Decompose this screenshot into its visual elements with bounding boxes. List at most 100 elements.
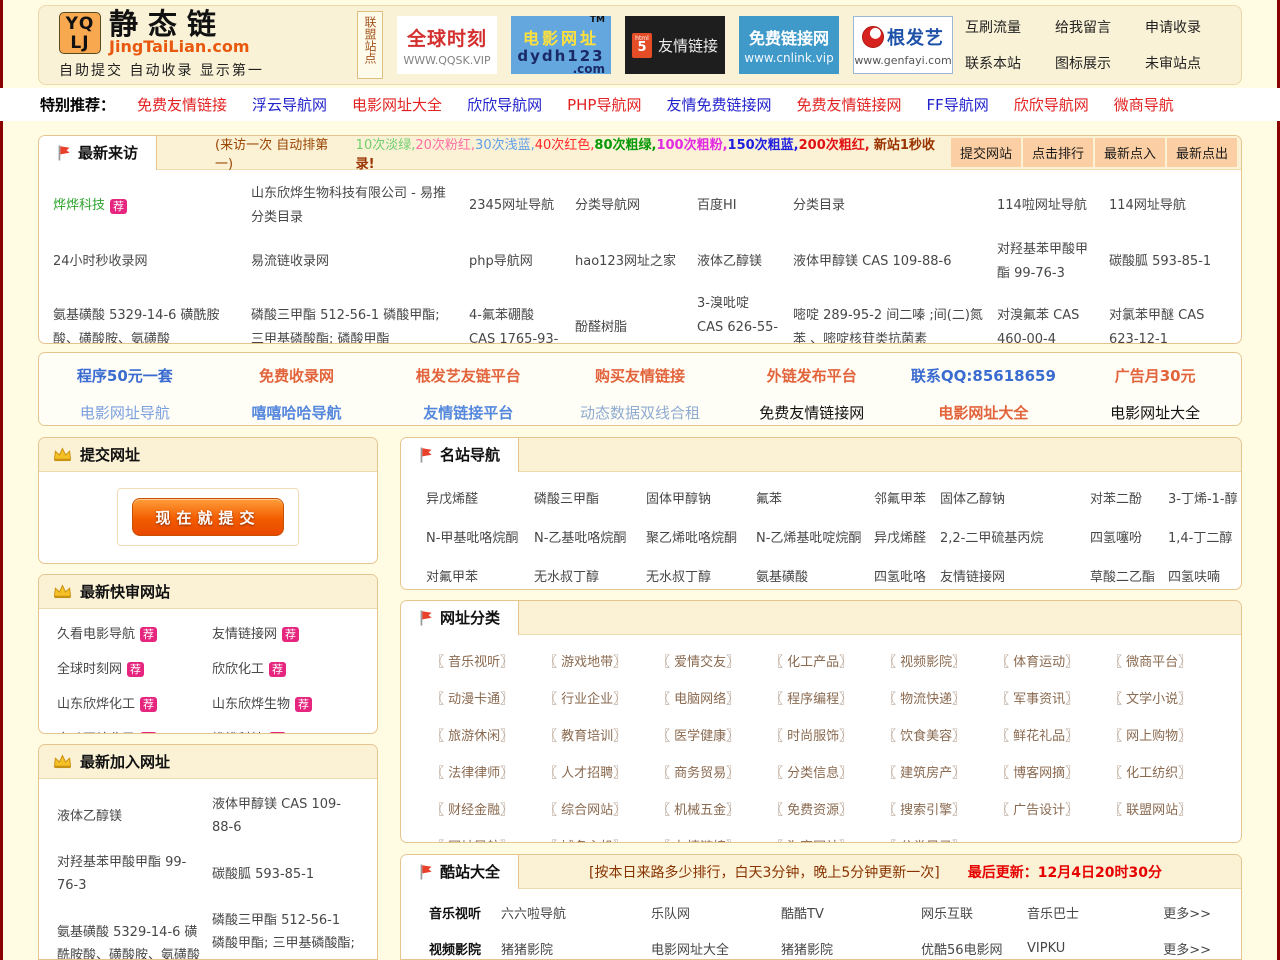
category-link[interactable]: 〖 医学健康〗	[657, 725, 770, 744]
category-link[interactable]: 〖 分类信息〗	[770, 762, 883, 781]
site-link[interactable]: 无水叔丁醇	[646, 566, 756, 585]
site-link[interactable]: 四氢噻吩	[1090, 527, 1168, 546]
submit-now-button[interactable]: 现在就提交	[132, 498, 284, 536]
site-link[interactable]: 四氢吡咯	[874, 566, 940, 585]
nav-link-message[interactable]: 给我留言	[1055, 17, 1111, 37]
ad-link[interactable]: 广告月30元	[1069, 365, 1241, 386]
site-link[interactable]: 四氢呋喃	[1168, 566, 1241, 585]
site-link[interactable]: 无水叔丁醇	[534, 566, 646, 585]
site-link[interactable]: 自动网站收录荐	[57, 728, 212, 734]
site-link[interactable]: 网乐互联	[921, 903, 1027, 922]
category-link[interactable]: 〖 博客网摘〗	[996, 762, 1109, 781]
site-link[interactable]: 友情链接网	[940, 566, 1090, 585]
category-link[interactable]: 〖 商务贸易〗	[657, 762, 770, 781]
site-link[interactable]: 液体甲醇镁 CAS 109-88-6	[212, 793, 367, 839]
site-link[interactable]: N-乙烯基吡啶烷酮	[756, 527, 874, 546]
category-link[interactable]: 〖 军事资讯〗	[996, 688, 1109, 707]
site-link[interactable]: 液体乙醇镁	[697, 236, 793, 288]
site-link[interactable]: 氨基磺酸	[756, 566, 874, 585]
latest-visits-tab[interactable]: 最新来访	[39, 136, 157, 170]
site-link[interactable]: 24小时秒收录网	[53, 236, 251, 288]
category-link[interactable]: 〖 网址导航〗	[431, 836, 544, 843]
ad-link[interactable]: 电影网址导航	[39, 402, 211, 423]
recommend-link[interactable]: 电影网址大全	[352, 94, 442, 115]
recommend-link[interactable]: 微商导航	[1114, 94, 1174, 115]
category-link[interactable]: 〖 体育运动〗	[996, 651, 1109, 670]
category-link[interactable]: 〖 化工纺织〗	[1109, 762, 1222, 781]
category-link[interactable]: 〖 人才招聘〗	[544, 762, 657, 781]
site-link[interactable]: 分类目录	[793, 180, 997, 232]
category-link[interactable]: 〖 游戏地带〗	[544, 651, 657, 670]
nav-link-icons[interactable]: 图标展示	[1055, 53, 1111, 73]
site-link[interactable]: 对溴氟苯 CAS 460-00-4	[997, 292, 1109, 344]
banner-genfayi[interactable]: 根发艺 www.genfayi.com	[853, 16, 953, 74]
latest-in-button[interactable]: 最新点入	[1095, 138, 1165, 167]
category-link[interactable]: 〖 综合网站〗	[544, 799, 657, 818]
ad-link[interactable]: 电影网址大全	[898, 402, 1070, 423]
category-link[interactable]: 〖 文学小说〗	[1109, 688, 1222, 707]
category-link[interactable]: 〖 微商平台〗	[1109, 651, 1222, 670]
ad-link[interactable]: 免费收录网	[211, 365, 383, 386]
site-link[interactable]: 久看电影导航荐	[57, 623, 212, 646]
site-link[interactable]: hao123网址之家	[575, 236, 697, 288]
recommend-link[interactable]: FF导航网	[926, 94, 988, 115]
click-rank-button[interactable]: 点击排行	[1023, 138, 1093, 167]
recommend-link[interactable]: 欣欣导航网	[467, 94, 542, 115]
site-link[interactable]: 3-溴吡啶 CAS 626-55-1	[697, 292, 793, 344]
ad-link[interactable]: 根发艺友链平台	[382, 365, 554, 386]
site-link[interactable]: 百度HI	[697, 180, 793, 232]
ad-link[interactable]: 联系QQ:85618659	[898, 365, 1070, 386]
banner-cnlink[interactable]: 免费链接网 www.cnlink.vip	[739, 16, 839, 74]
nav-link-pending[interactable]: 未审站点	[1145, 53, 1201, 73]
site-link[interactable]: 易流链收录网	[251, 236, 469, 288]
site-link[interactable]: 氨基磺酸 5329-14-6 磺酰胺酸、磺酸胺、氨磺酸	[53, 292, 251, 344]
nav-link-contact[interactable]: 联系本站	[965, 53, 1021, 73]
site-link[interactable]: 猪猪影院	[501, 939, 651, 958]
category-link[interactable]: 〖 饮食美容〗	[883, 725, 996, 744]
site-link[interactable]: 碳酸胍 593-85-1	[1109, 236, 1241, 288]
site-link[interactable]: 磷酸三甲酯 512-56-1 磷酸甲酯; 三甲基磷酸酯; 磷酸甲酯	[212, 909, 367, 960]
category-link[interactable]: 〖 时尚服饰〗	[770, 725, 883, 744]
ad-link[interactable]: 友情链接平台	[382, 402, 554, 423]
submit-site-button[interactable]: 提交网站	[951, 138, 1021, 167]
category-link[interactable]: 〖 旅游休闲〗	[431, 725, 544, 744]
category-link[interactable]: 〖 音乐视听〗	[431, 651, 544, 670]
site-link[interactable]: 山东欣烨化工荐	[57, 693, 212, 716]
site-link[interactable]: 友情链接网荐	[212, 623, 367, 646]
category-link[interactable]: 〖 电脑网络〗	[657, 688, 770, 707]
site-link[interactable]: 分类导航网	[575, 180, 697, 232]
recommend-link[interactable]: 欣欣导航网	[1014, 94, 1089, 115]
ad-link[interactable]: 免费友情链接网	[726, 402, 898, 423]
categories-tab[interactable]: 网址分类	[401, 601, 519, 635]
site-link[interactable]: 对氟甲苯	[426, 566, 534, 585]
site-link[interactable]: 异戊烯醛	[426, 488, 534, 507]
recommend-link[interactable]: PHP导航网	[567, 94, 641, 115]
category-link[interactable]: 〖 搜索引擎〗	[883, 799, 996, 818]
site-link[interactable]: 山东欣烨生物荐	[212, 693, 367, 716]
site-link[interactable]: 磷酸三甲酯 512-56-1 磷酸甲酯; 三甲基磷酸酯; 磷酸甲酯	[251, 292, 469, 344]
site-link[interactable]: 烨烨科技荐	[53, 180, 251, 232]
category-link[interactable]: 〖 友情链接〗	[657, 836, 770, 843]
site-link[interactable]: 乐队网	[651, 903, 781, 922]
site-link[interactable]: 酷酷TV	[781, 903, 921, 922]
site-link[interactable]: 114啦网址导航	[997, 180, 1109, 232]
site-link[interactable]: 1,4-丁二醇	[1168, 527, 1241, 546]
category-link[interactable]: 〖 免费资源〗	[770, 799, 883, 818]
category-link[interactable]: 〖 视频影院〗	[883, 651, 996, 670]
site-link[interactable]: 山东欣烨生物科技有限公司 - 易推分类目录	[251, 180, 469, 232]
site-link[interactable]: 邻氟甲苯	[874, 488, 940, 507]
site-link[interactable]: 碳酸胍 593-85-1	[212, 863, 367, 886]
nav-link-apply[interactable]: 申请收录	[1145, 17, 1201, 37]
site-link[interactable]: N-甲基吡咯烷酮	[426, 527, 534, 546]
banner-youqing-link[interactable]: html5 友情链接	[625, 16, 725, 74]
ad-link[interactable]: 动态数据双线合租	[554, 402, 726, 423]
category-link[interactable]: 〖 化工产品〗	[770, 651, 883, 670]
site-link[interactable]: 固体甲醇钠	[646, 488, 756, 507]
site-link[interactable]: 草酸二乙酯	[1090, 566, 1168, 585]
category-link[interactable]: 〖 法律律师〗	[431, 762, 544, 781]
banner-dydh123[interactable]: TM 电影网址 dydh123 .com	[511, 16, 611, 74]
site-link[interactable]: 酚醛树脂	[575, 292, 697, 344]
site-link[interactable]: 全球时刻网荐	[57, 658, 212, 681]
site-link[interactable]: 3-丁烯-1-醇	[1168, 488, 1241, 507]
site-link[interactable]: 液体乙醇镁	[57, 805, 212, 828]
